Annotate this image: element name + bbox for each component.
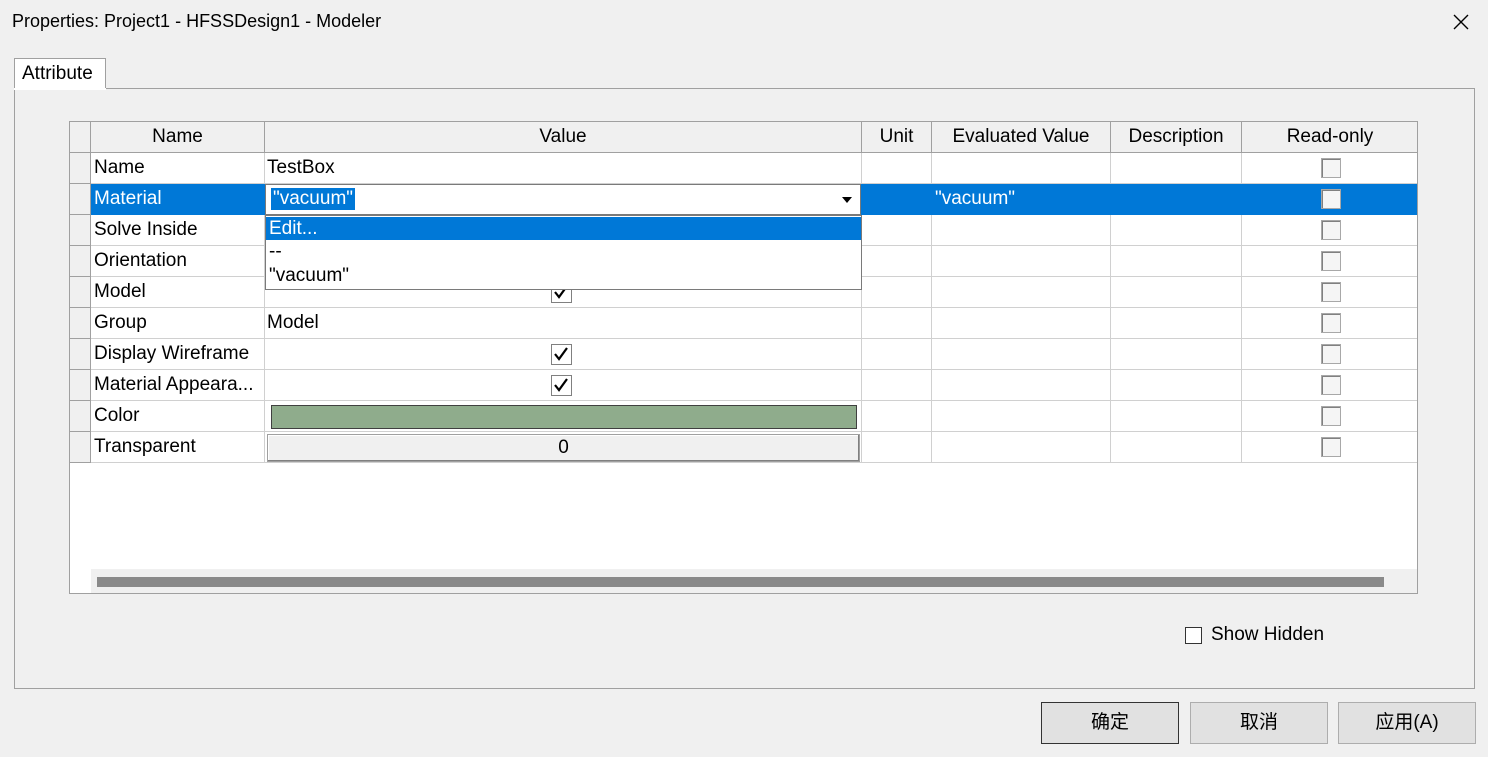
- description-cell[interactable]: [1111, 370, 1242, 401]
- property-grid: Name Value Unit Evaluated Value Descript…: [69, 121, 1418, 594]
- chevron-down-icon: [842, 196, 852, 203]
- show-hidden-label: Show Hidden: [1211, 624, 1325, 645]
- dropdown-option-edit[interactable]: Edit...: [266, 217, 861, 240]
- row-header[interactable]: [70, 277, 91, 308]
- read-only-checkbox[interactable]: [1321, 406, 1341, 426]
- description-cell[interactable]: [1111, 277, 1242, 308]
- grid-corner: [70, 122, 91, 153]
- column-header-evaluated-value[interactable]: Evaluated Value: [932, 122, 1111, 153]
- property-name[interactable]: Material Appeara...: [91, 370, 265, 401]
- description-cell[interactable]: [1111, 184, 1242, 215]
- show-hidden-option[interactable]: Show Hidden: [1185, 624, 1324, 646]
- unit-cell: [862, 184, 932, 215]
- property-value[interactable]: TestBox: [265, 153, 862, 184]
- cancel-button[interactable]: 取消: [1190, 702, 1328, 744]
- row-header[interactable]: [70, 153, 91, 184]
- description-cell[interactable]: [1111, 308, 1242, 339]
- unit-cell: [862, 277, 932, 308]
- evaluated-value-cell: [932, 308, 1111, 339]
- horizontal-scrollbar-thumb[interactable]: [97, 577, 1384, 587]
- material-combobox[interactable]: "vacuum": [265, 184, 861, 215]
- column-header-value[interactable]: Value: [265, 122, 862, 153]
- evaluated-value-cell: [932, 401, 1111, 432]
- evaluated-value-cell: [932, 339, 1111, 370]
- row-header[interactable]: [70, 401, 91, 432]
- row-header[interactable]: [70, 370, 91, 401]
- description-cell[interactable]: [1111, 153, 1242, 184]
- color-swatch[interactable]: [271, 405, 857, 429]
- checkmark-icon: [554, 347, 568, 361]
- window-title: Properties: Project1 - HFSSDesign1 - Mod…: [12, 11, 382, 31]
- evaluated-value-cell: [932, 153, 1111, 184]
- title-bar: Properties: Project1 - HFSSDesign1 - Mod…: [0, 0, 1488, 44]
- read-only-checkbox[interactable]: [1321, 220, 1341, 240]
- unit-cell: [862, 246, 932, 277]
- evaluated-value-cell: [932, 215, 1111, 246]
- property-name[interactable]: Model: [91, 277, 265, 308]
- tab-attribute-label: Attribute: [22, 63, 93, 84]
- unit-cell: [862, 370, 932, 401]
- material-combobox-value: "vacuum": [271, 188, 356, 210]
- row-header[interactable]: [70, 339, 91, 370]
- read-only-checkbox[interactable]: [1321, 282, 1341, 302]
- description-cell[interactable]: [1111, 339, 1242, 370]
- description-cell[interactable]: [1111, 432, 1242, 463]
- property-name[interactable]: Transparent: [91, 432, 265, 463]
- property-name[interactable]: Group: [91, 308, 265, 339]
- evaluated-value-cell: [932, 246, 1111, 277]
- close-button[interactable]: [1444, 6, 1478, 38]
- property-name[interactable]: Color: [91, 401, 265, 432]
- column-header-description[interactable]: Description: [1111, 122, 1242, 153]
- row-header[interactable]: [70, 184, 91, 215]
- unit-cell: [862, 308, 932, 339]
- combobox-dropdown-button[interactable]: [836, 187, 858, 212]
- read-only-checkbox[interactable]: [1321, 313, 1341, 333]
- property-name[interactable]: Display Wireframe: [91, 339, 265, 370]
- read-only-checkbox[interactable]: [1321, 189, 1341, 209]
- description-cell[interactable]: [1111, 246, 1242, 277]
- close-icon: [1453, 14, 1469, 30]
- property-name[interactable]: Material: [91, 184, 265, 215]
- row-header[interactable]: [70, 215, 91, 246]
- evaluated-value-cell: [932, 277, 1111, 308]
- row-header[interactable]: [70, 432, 91, 463]
- dropdown-option-vacuum[interactable]: "vacuum": [266, 264, 861, 287]
- unit-cell: [862, 215, 932, 246]
- property-name[interactable]: Name: [91, 153, 265, 184]
- apply-button[interactable]: 应用(A): [1338, 702, 1476, 744]
- unit-cell: [862, 153, 932, 184]
- unit-cell: [862, 432, 932, 463]
- row-header[interactable]: [70, 308, 91, 339]
- description-cell[interactable]: [1111, 401, 1242, 432]
- ok-button[interactable]: 确定: [1041, 702, 1179, 744]
- column-header-read-only[interactable]: Read-only: [1242, 122, 1417, 153]
- material-appearance-checkbox[interactable]: [551, 375, 572, 396]
- property-name[interactable]: Solve Inside: [91, 215, 265, 246]
- property-name[interactable]: Orientation: [91, 246, 265, 277]
- show-hidden-checkbox[interactable]: [1185, 626, 1202, 644]
- evaluated-value-cell: "vacuum": [932, 184, 1111, 215]
- column-header-name[interactable]: Name: [91, 122, 265, 153]
- unit-cell: [862, 401, 932, 432]
- read-only-checkbox[interactable]: [1321, 344, 1341, 364]
- checkmark-icon: [554, 378, 568, 392]
- read-only-checkbox[interactable]: [1321, 251, 1341, 271]
- transparent-value[interactable]: 0: [267, 434, 860, 462]
- read-only-checkbox[interactable]: [1321, 158, 1341, 178]
- unit-cell: [862, 339, 932, 370]
- read-only-checkbox[interactable]: [1321, 375, 1341, 395]
- evaluated-value-cell: [932, 370, 1111, 401]
- material-dropdown-list: Edit... -- "vacuum": [265, 215, 862, 290]
- display-wireframe-checkbox[interactable]: [551, 344, 572, 365]
- evaluated-value-cell: [932, 432, 1111, 463]
- dropdown-option-separator[interactable]: --: [266, 240, 861, 263]
- column-header-unit[interactable]: Unit: [862, 122, 932, 153]
- row-header[interactable]: [70, 246, 91, 277]
- description-cell[interactable]: [1111, 215, 1242, 246]
- property-value[interactable]: Model: [265, 308, 862, 339]
- read-only-checkbox[interactable]: [1321, 437, 1341, 457]
- tab-attribute[interactable]: Attribute: [14, 58, 106, 88]
